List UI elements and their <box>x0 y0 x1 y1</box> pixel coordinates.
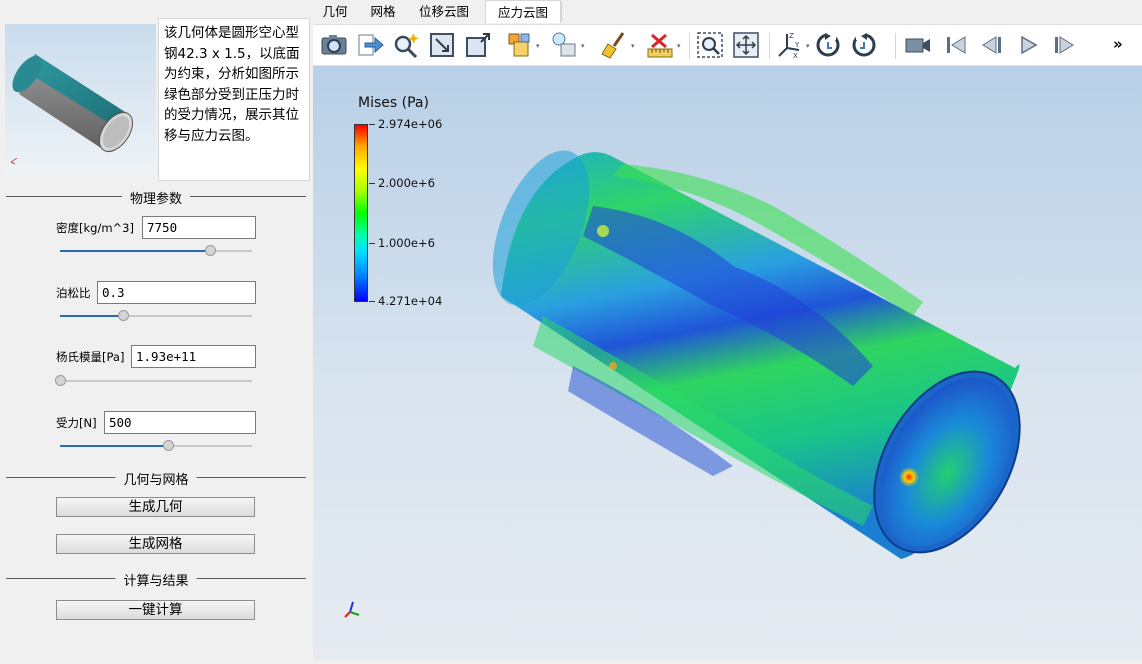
section-compute-results-label: 计算与结果 <box>115 570 197 589</box>
section-compute-results: 计算与结果 <box>6 570 306 589</box>
young-modulus-field[interactable]: 1.93e+11 <box>131 345 256 368</box>
more-icon[interactable]: » <box>1113 35 1123 53</box>
fit-view-icon[interactable] <box>427 30 457 60</box>
ruler-icon[interactable] <box>645 30 675 60</box>
tab-mesh[interactable]: 网格 <box>361 0 405 23</box>
generate-mesh-button[interactable]: 生成网格 <box>56 534 255 554</box>
section-physics-label: 物理参数 <box>121 188 191 207</box>
tab-displacement[interactable]: 位移云图 <box>409 0 479 23</box>
generate-geometry-button[interactable]: 生成几何 <box>56 497 255 517</box>
magic-search-icon[interactable] <box>391 30 421 60</box>
description-text: 该几何体是圆形空心型钢42.3 x 1.5，以底面为约束，分析如图所示绿色部分受… <box>158 18 310 181</box>
stress-tube-model <box>492 150 1021 559</box>
svg-text:Z: Z <box>789 32 794 40</box>
step-back-icon[interactable] <box>977 30 1007 60</box>
poisson-slider[interactable] <box>60 310 252 322</box>
rotate-right-icon[interactable] <box>849 30 879 60</box>
force-slider[interactable] <box>60 440 252 452</box>
poisson-label: 泊松比 <box>56 286 91 300</box>
section-physics: 物理参数 <box>6 188 306 207</box>
skip-start-icon[interactable] <box>941 30 971 60</box>
tab-stress[interactable]: 应力云图 <box>485 0 561 23</box>
section-geometry-mesh: 几何与网格 <box>6 469 306 488</box>
stress-viewport[interactable]: Mises (Pa) 2.974e+06 2.000e+6 1.000e+6 4… <box>313 66 1142 660</box>
poisson-slider-knob[interactable] <box>118 310 130 321</box>
zoom-box-icon[interactable] <box>695 30 725 60</box>
export-icon[interactable] <box>355 30 385 60</box>
pan-icon[interactable] <box>731 30 761 60</box>
density-field[interactable]: 7750 <box>142 216 256 239</box>
video-icon[interactable] <box>903 30 933 60</box>
section-geometry-mesh-label: 几何与网格 <box>115 469 197 488</box>
camera-icon[interactable] <box>319 30 349 60</box>
force-slider-knob[interactable] <box>162 440 174 451</box>
svg-text:X: X <box>793 52 798 60</box>
one-click-compute-button[interactable]: 一键计算 <box>56 600 255 620</box>
light-icon[interactable] <box>549 30 579 60</box>
broom-icon[interactable] <box>599 30 629 60</box>
viewer-toolbar: ▾ ▾ ▾ ▾ ZYX ▾ » <box>313 24 1142 66</box>
density-label: 密度[kg/m^3] <box>56 221 134 235</box>
svg-text:Y: Y <box>794 41 800 49</box>
force-field[interactable]: 500 <box>104 411 256 434</box>
play-icon[interactable] <box>1013 30 1043 60</box>
resize-icon[interactable] <box>463 30 493 60</box>
poisson-field[interactable]: 0.3 <box>97 281 256 304</box>
tab-geometry[interactable]: 几何 <box>313 0 357 23</box>
young-modulus-slider[interactable] <box>55 375 252 387</box>
orientation-triad-icon <box>344 601 360 618</box>
skip-end-icon[interactable] <box>1049 30 1079 60</box>
density-slider-knob[interactable] <box>204 245 216 256</box>
shapes-icon[interactable] <box>505 30 535 60</box>
young-modulus-label: 杨氏模量[Pa] <box>56 350 125 364</box>
app-window: 该几何体是圆形空心型钢42.3 x 1.5，以底面为约束，分析如图所示绿色部分受… <box>0 0 1142 664</box>
force-label: 受力[N] <box>56 416 97 430</box>
young-modulus-slider-knob[interactable] <box>55 375 66 386</box>
geometry-thumbnail <box>5 24 156 175</box>
density-slider[interactable] <box>60 245 252 257</box>
view-tabs: 几何 网格 位移云图 应力云图 <box>313 0 1142 24</box>
left-panel: 该几何体是圆形空心型钢42.3 x 1.5，以底面为约束，分析如图所示绿色部分受… <box>0 0 312 664</box>
rotate-left-icon[interactable] <box>813 30 843 60</box>
axes-icon[interactable]: ZYX <box>775 30 805 60</box>
